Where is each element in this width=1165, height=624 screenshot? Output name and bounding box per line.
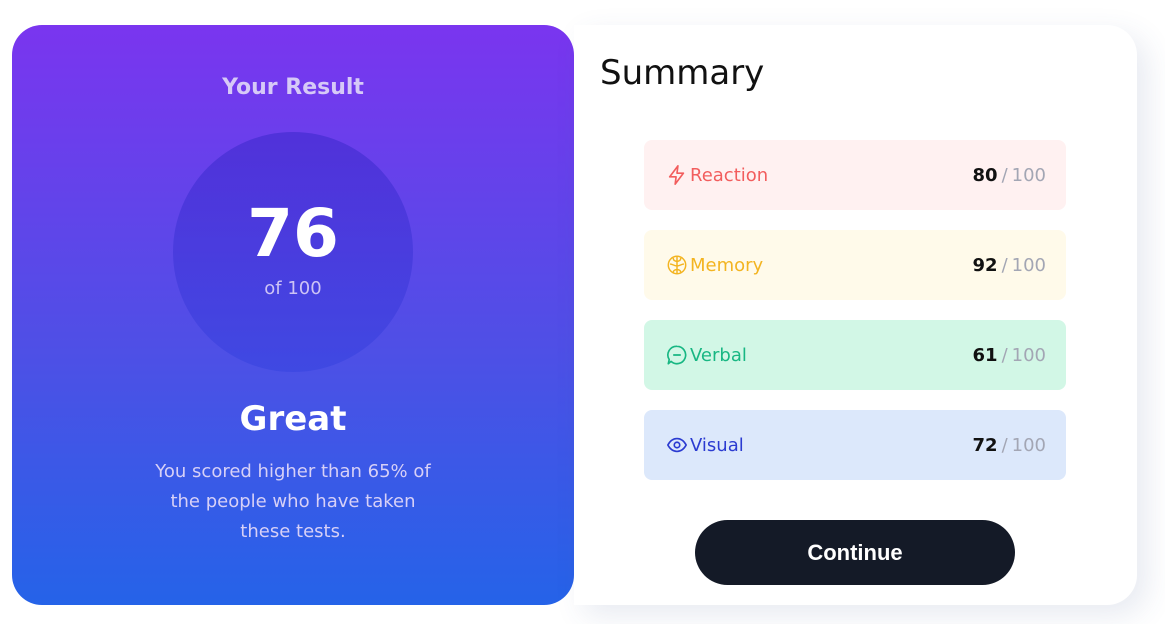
summary-item-memory: Memory 92/100: [644, 230, 1066, 300]
score-separator: /: [1001, 344, 1008, 366]
eye-icon: [666, 434, 688, 456]
results-summary-card: Your Result 76 of 100 Great You scored h…: [0, 0, 1165, 624]
summary-item-verbal: Verbal 61/100: [644, 320, 1066, 390]
continue-button[interactable]: Continue: [695, 520, 1015, 585]
summary-item-score: 80: [972, 164, 998, 186]
summary-item-label: Verbal: [690, 344, 747, 366]
summary-item-label: Memory: [690, 254, 764, 276]
summary-item-score: 61: [972, 344, 998, 366]
result-description: You scored higher than 65% of the people…: [155, 461, 431, 542]
lightning-icon: [666, 164, 688, 186]
result-title: Your Result: [222, 75, 364, 100]
result-panel: Your Result 76 of 100 Great You scored h…: [12, 25, 574, 605]
summary-item-score: 72: [972, 434, 998, 456]
summary-item-visual: Visual 72/100: [644, 410, 1066, 480]
summary-item-reaction: Reaction 80/100: [644, 140, 1066, 210]
summary-item-max: 100: [1011, 254, 1046, 276]
score-max-label: of 100: [264, 278, 322, 299]
score-separator: /: [1001, 434, 1008, 456]
summary-item-label: Visual: [690, 434, 744, 456]
score-separator: /: [1001, 164, 1008, 186]
score-circle: 76 of 100: [173, 132, 413, 372]
chat-bubble-icon: [666, 344, 688, 366]
summary-item-max: 100: [1011, 434, 1046, 456]
score-separator: /: [1001, 254, 1008, 276]
summary-item-score: 92: [972, 254, 998, 276]
brain-icon: [666, 254, 688, 276]
summary-panel: Summary Reaction 80/100 Memory 92 / 100 …: [574, 25, 1137, 605]
verdict-heading: Great: [239, 399, 347, 439]
summary-title: Summary: [600, 53, 765, 93]
summary-item-max: 100: [1011, 164, 1046, 186]
summary-item-label: Reaction: [690, 164, 769, 186]
summary-item-max: 100: [1011, 344, 1046, 366]
score-value: 76: [247, 195, 339, 272]
